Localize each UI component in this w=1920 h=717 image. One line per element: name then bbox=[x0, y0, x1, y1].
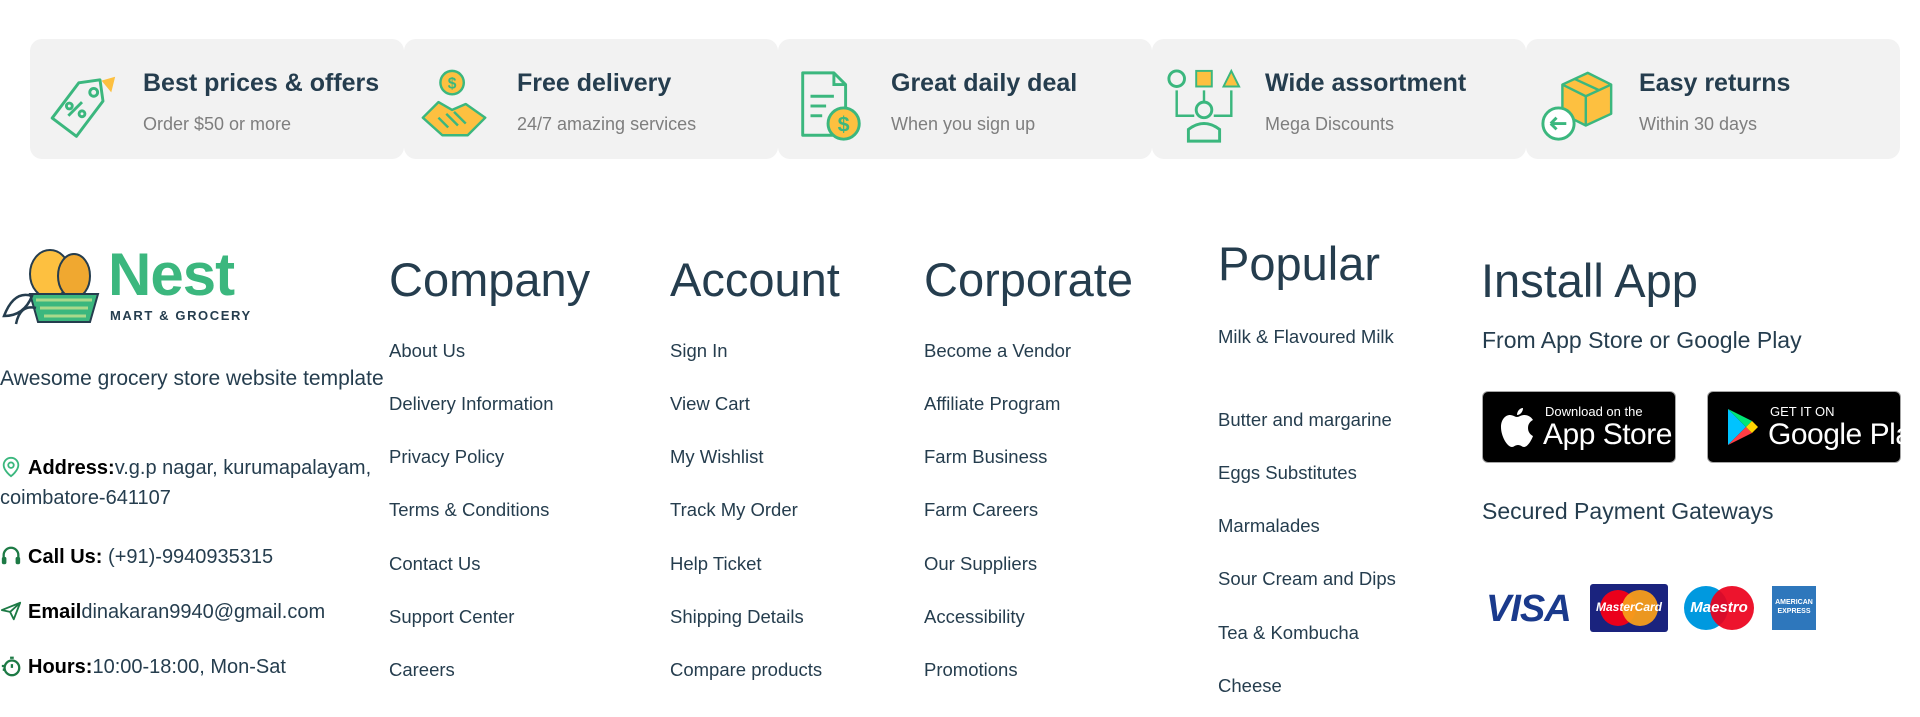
hours-value: 10:00-18:00, Mon-Sat bbox=[92, 656, 286, 678]
brand-tagline: MART & GROCERY bbox=[110, 308, 252, 323]
link-eggs-substitutes[interactable]: Eggs Substitutes bbox=[1218, 462, 1357, 484]
assortment-person-icon bbox=[1167, 68, 1241, 143]
feature-subtitle: 24/7 amazing services bbox=[517, 114, 697, 134]
features-row: Best prices & offers Order $50 or more $… bbox=[30, 39, 1902, 159]
link-accessibility[interactable]: Accessibility bbox=[924, 606, 1025, 628]
handshake-icon: $ bbox=[421, 69, 487, 137]
account-heading: Account bbox=[670, 253, 840, 306]
app-store-big-text: App Store bbox=[1543, 418, 1672, 451]
svg-text:$: $ bbox=[448, 75, 457, 92]
feature-title: Easy returns bbox=[1639, 69, 1791, 97]
link-terms-conditions[interactable]: Terms & Conditions bbox=[389, 499, 549, 521]
call-label: Call Us: bbox=[28, 546, 103, 568]
corporate-heading: Corporate bbox=[924, 253, 1133, 306]
popular-heading: Popular bbox=[1218, 237, 1380, 290]
mastercard-logo: MasterCard bbox=[1590, 584, 1668, 632]
contact-address: Address:v.g.p nagar, kurumapalayam, coim… bbox=[0, 453, 385, 513]
contact-email: Emaildinakaran9940@gmail.com bbox=[0, 597, 385, 627]
link-my-wishlist[interactable]: My Wishlist bbox=[670, 446, 764, 468]
contact-hours: Hours:10:00-18:00, Mon-Sat bbox=[0, 652, 385, 682]
feature-title: Wide assortment bbox=[1265, 69, 1467, 97]
visa-logo-text: VISA bbox=[1486, 588, 1572, 630]
app-store-small-text: Download on the bbox=[1545, 404, 1643, 419]
mastercard-logo-text: MasterCard bbox=[1595, 600, 1663, 614]
maestro-logo: Maestro bbox=[1680, 584, 1758, 632]
link-support-center[interactable]: Support Center bbox=[389, 606, 514, 628]
link-help-ticket[interactable]: Help Ticket bbox=[670, 553, 762, 575]
address-label: Address: bbox=[28, 457, 115, 479]
link-our-suppliers[interactable]: Our Suppliers bbox=[924, 553, 1037, 575]
feature-subtitle: When you sign up bbox=[891, 114, 1036, 134]
email-label: Email bbox=[28, 601, 82, 623]
feature-easy-returns: Easy returns Within 30 days bbox=[1526, 39, 1900, 159]
payment-gateways-heading: Secured Payment Gateways bbox=[1482, 498, 1774, 524]
link-sign-in[interactable]: Sign In bbox=[670, 340, 728, 362]
document-dollar-icon: $ bbox=[801, 71, 861, 141]
email-value[interactable]: dinakaran9940@gmail.com bbox=[81, 601, 325, 623]
feature-subtitle: Mega Discounts bbox=[1265, 114, 1395, 134]
call-value: (+91)-9940935315 bbox=[108, 546, 274, 568]
link-butter-margarine[interactable]: Butter and margarine bbox=[1218, 409, 1392, 431]
feature-free-delivery: $ Free delivery 24/7 amazing services bbox=[404, 39, 778, 159]
link-view-cart[interactable]: View Cart bbox=[670, 393, 750, 415]
link-about-us[interactable]: About Us bbox=[389, 340, 465, 362]
apple-icon bbox=[1501, 408, 1533, 447]
link-marmalades[interactable]: Marmalades bbox=[1218, 515, 1320, 537]
google-play-big-text: Google Play bbox=[1768, 418, 1920, 451]
amex-logo: AMERICAN EXPRESS bbox=[1772, 586, 1816, 630]
contact-call: Call Us: (+91)-9940935315 bbox=[0, 542, 385, 572]
send-icon bbox=[0, 601, 22, 621]
link-farm-careers[interactable]: Farm Careers bbox=[924, 499, 1038, 521]
link-cheese[interactable]: Cheese bbox=[1218, 675, 1282, 697]
link-delivery-information[interactable]: Delivery Information bbox=[389, 393, 554, 415]
brand-name: Nest bbox=[108, 241, 235, 308]
feature-best-prices: Best prices & offers Order $50 or more bbox=[30, 39, 404, 159]
install-app-subtitle: From App Store or Google Play bbox=[1482, 327, 1802, 353]
feature-title: Best prices & offers bbox=[143, 69, 380, 97]
link-tea-kombucha[interactable]: Tea & Kombucha bbox=[1218, 622, 1359, 644]
basket-logo-icon bbox=[2, 249, 100, 325]
google-play-small-text: GET IT ON bbox=[1770, 404, 1835, 419]
link-privacy-policy[interactable]: Privacy Policy bbox=[389, 446, 504, 468]
google-play-button[interactable]: GET IT ON Google Play bbox=[1707, 391, 1920, 463]
feature-wide-assortment: Wide assortment Mega Discounts bbox=[1152, 39, 1526, 159]
link-careers[interactable]: Careers bbox=[389, 659, 455, 681]
brand-logo[interactable]: Nest MART & GROCERY bbox=[0, 241, 260, 328]
google-play-icon bbox=[1728, 409, 1758, 445]
link-affiliate-program[interactable]: Affiliate Program bbox=[924, 393, 1060, 415]
app-store-button[interactable]: Download on the App Store bbox=[1482, 391, 1676, 463]
headphones-icon bbox=[1, 546, 21, 565]
install-app-heading: Install App bbox=[1481, 254, 1698, 307]
svg-text:$: $ bbox=[838, 112, 850, 136]
amex-logo-text: AMERICAN EXPRESS bbox=[1775, 599, 1813, 615]
hours-label: Hours: bbox=[28, 656, 93, 678]
feature-title: Free delivery bbox=[517, 69, 672, 97]
visa-logo: VISA bbox=[1482, 584, 1578, 632]
link-track-order[interactable]: Track My Order bbox=[670, 499, 798, 521]
link-farm-business[interactable]: Farm Business bbox=[924, 446, 1047, 468]
link-contact-us[interactable]: Contact Us bbox=[389, 553, 481, 575]
link-sour-cream-dips[interactable]: Sour Cream and Dips bbox=[1218, 568, 1396, 590]
feature-subtitle: Within 30 days bbox=[1639, 114, 1758, 134]
stopwatch-icon bbox=[1, 656, 21, 677]
return-box-icon bbox=[1541, 71, 1613, 141]
link-become-vendor[interactable]: Become a Vendor bbox=[924, 340, 1071, 362]
company-heading: Company bbox=[389, 253, 591, 306]
link-milk-flavoured-milk[interactable]: Milk & Flavoured Milk bbox=[1218, 322, 1398, 352]
location-pin-icon bbox=[2, 456, 20, 478]
link-compare-products[interactable]: Compare products bbox=[670, 659, 822, 681]
link-promotions[interactable]: Promotions bbox=[924, 659, 1018, 681]
feature-daily-deal: $ Great daily deal When you sign up bbox=[778, 39, 1152, 159]
feature-title: Great daily deal bbox=[891, 69, 1078, 97]
maestro-logo-text: Maestro bbox=[1690, 599, 1748, 616]
feature-subtitle: Order $50 or more bbox=[143, 114, 292, 134]
link-shipping-details[interactable]: Shipping Details bbox=[670, 606, 804, 628]
store-description: Awesome grocery store website template bbox=[0, 367, 384, 390]
price-tag-icon bbox=[50, 76, 116, 138]
